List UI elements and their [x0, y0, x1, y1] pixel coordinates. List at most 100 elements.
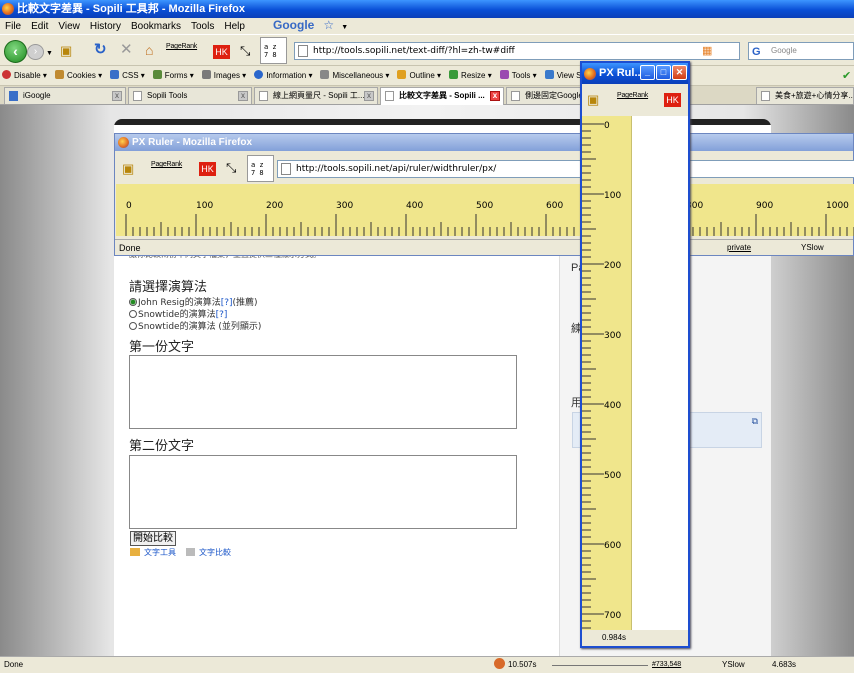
information-icon — [254, 70, 264, 79]
ext-outline[interactable]: Outline ▾ — [395, 66, 444, 85]
tag-icon — [186, 548, 195, 556]
google-g-icon: G — [752, 46, 761, 58]
menu-view[interactable]: View — [53, 18, 85, 35]
maximize-button[interactable]: □ — [656, 65, 671, 80]
tab-close-icon[interactable]: x — [364, 91, 374, 101]
ext-css[interactable]: CSS ▾ — [108, 66, 148, 85]
ruler-h-url-bar[interactable]: http://tools.sopili.net/api/ruler/widthr… — [277, 160, 854, 178]
cookies-icon — [54, 70, 64, 79]
ruler-label: 100 — [604, 191, 621, 201]
minimize-button[interactable]: _ — [640, 65, 655, 80]
chevron-down-icon[interactable]: ▼ — [341, 24, 348, 31]
forms-icon — [152, 70, 162, 79]
navigation-toolbar: ‹ › ▼ ▣ ↻ ✕ ⌂ PageRank HK ⤡ a z 7 8 http… — [0, 35, 854, 66]
back-button[interactable]: ‹ — [4, 40, 27, 63]
tab-close-icon[interactable]: x — [490, 91, 500, 101]
ext-disable[interactable]: Disable ▾ — [0, 66, 50, 85]
hong-kong-flag-icon[interactable]: HK — [199, 162, 216, 176]
algo-option-snowtide-side[interactable]: Snowtide的演算法 (並列顯示) — [129, 319, 261, 332]
ruler-v-title-bar[interactable]: PX Rul... _ □ ✕ — [582, 63, 688, 84]
forward-button[interactable]: › — [27, 44, 44, 60]
ext-miscellaneous[interactable]: Miscellaneous ▾ — [318, 66, 392, 85]
ruler-h-status-text: Done — [119, 243, 141, 253]
az-sort-button[interactable]: a z 7 8 — [247, 155, 274, 182]
az-sort-button[interactable]: a z 7 8 — [260, 37, 287, 64]
radio-snowtide[interactable] — [129, 310, 137, 318]
ext-tools[interactable]: Tools ▾ — [498, 66, 540, 85]
compare-button[interactable]: 開始比較 — [130, 531, 176, 546]
vertical-ruler-blank — [632, 116, 688, 630]
tag-text-tools[interactable]: 文字工具 — [130, 547, 176, 558]
first-text-heading: 第一份文字 — [129, 340, 195, 355]
coords-readout: #733,548 — [652, 661, 682, 668]
menu-edit[interactable]: Edit — [26, 18, 53, 35]
check-icon: ✔ — [842, 70, 852, 82]
menu-tools[interactable]: Tools — [186, 18, 219, 35]
zoom-slider[interactable] — [552, 657, 648, 666]
reload-icon[interactable]: ↻ — [94, 42, 107, 57]
ext-information[interactable]: Information ▾ — [252, 66, 315, 85]
menu-help[interactable]: Help — [219, 18, 250, 35]
ruler-label: 0 — [604, 121, 610, 131]
disable-icon — [2, 70, 11, 79]
ruler-v-title: PX Rul... — [599, 67, 644, 79]
resize-arrow-icon[interactable]: ⤡ — [226, 161, 236, 175]
google-toolbar-logo[interactable]: Google — [273, 18, 314, 32]
firebug-icon — [494, 658, 505, 669]
horizontal-ruler: 01002003004005006007008009001000 — [116, 184, 854, 236]
tab-igoogle[interactable]: iGoogle x — [4, 87, 126, 104]
close-button[interactable]: ✕ — [672, 65, 687, 80]
pagerank-label[interactable]: PageRank — [151, 161, 182, 168]
home-folder-icon[interactable]: ▣ — [122, 162, 134, 176]
hong-kong-flag-icon[interactable]: HK — [213, 45, 230, 59]
private-label: private — [727, 243, 752, 252]
radio-snowtide-side[interactable] — [129, 322, 137, 330]
ruler-label: 200 — [266, 201, 283, 211]
yslow-status[interactable]: YSlow — [722, 657, 745, 673]
home-folder-icon[interactable]: ▣ — [60, 44, 72, 58]
ext-forms[interactable]: Forms ▾ — [151, 66, 197, 85]
ruler-label: 500 — [604, 471, 621, 481]
star-icon[interactable]: ☆ — [323, 18, 334, 32]
ruler-label: 200 — [604, 261, 621, 271]
menu-history[interactable]: History — [85, 18, 126, 35]
page-icon — [281, 163, 291, 175]
rss-icon[interactable]: ▦ — [702, 44, 712, 58]
tab-web-ruler[interactable]: 線上網頁量尺 - Sopili 工... x — [254, 87, 378, 104]
tab-sopili-tools[interactable]: Sopili Tools x — [128, 87, 252, 104]
radio-john-resig[interactable] — [129, 298, 137, 306]
ext-cookies[interactable]: Cookies ▾ — [53, 66, 105, 85]
hong-kong-flag-icon[interactable]: HK — [664, 93, 681, 107]
search-placeholder: Google — [771, 46, 797, 55]
folder-icon — [130, 548, 140, 556]
tab-text-diff[interactable]: 比較文字差異 - Sopili ... x — [380, 87, 504, 105]
yslow-label[interactable]: YSlow — [801, 240, 824, 256]
home-folder-icon[interactable]: ▣ — [587, 93, 599, 107]
stop-icon[interactable]: ✕ — [120, 42, 133, 57]
pagerank-label[interactable]: PageRank — [166, 43, 197, 50]
ruler-h-title-bar[interactable]: PX Ruler - Mozilla Firefox — [115, 134, 853, 151]
ruler-h-status-bar: Done private YSlow — [115, 239, 853, 256]
url-bar[interactable]: http://tools.sopili.net/text-diff/?hl=zh… — [294, 42, 740, 60]
tab-close-icon[interactable]: x — [112, 91, 122, 101]
second-text-area[interactable] — [129, 455, 517, 529]
menu-bookmarks[interactable]: Bookmarks — [126, 18, 186, 35]
tab-food-travel[interactable]: 美食+旅遊+心情分享... — [756, 87, 854, 104]
tag-text-compare[interactable]: 文字比較 — [186, 547, 231, 558]
ruler-label: 300 — [336, 201, 353, 211]
menu-file[interactable]: File — [0, 18, 26, 35]
main-title-bar[interactable]: 比較文字差異 - Sopili 工具邦 - Mozilla Firefox — [0, 0, 854, 18]
ruler-label: 100 — [196, 201, 213, 211]
first-text-area[interactable] — [129, 355, 517, 429]
ext-resize[interactable]: Resize ▾ — [447, 66, 495, 85]
history-dropdown-icon[interactable]: ▼ — [46, 47, 53, 61]
resize-arrow-icon[interactable]: ⤡ — [240, 44, 250, 58]
ext-images[interactable]: Images ▾ — [200, 66, 249, 85]
ruler-label: 500 — [476, 201, 493, 211]
ruler-label: 0 — [126, 201, 132, 211]
pagerank-label[interactable]: PageRank — [617, 92, 648, 99]
tab-close-icon[interactable]: x — [238, 91, 248, 101]
popout-icon[interactable]: ⧉ — [752, 416, 758, 427]
home-icon[interactable]: ⌂ — [145, 43, 153, 57]
google-search-input[interactable]: G Google — [748, 42, 854, 60]
